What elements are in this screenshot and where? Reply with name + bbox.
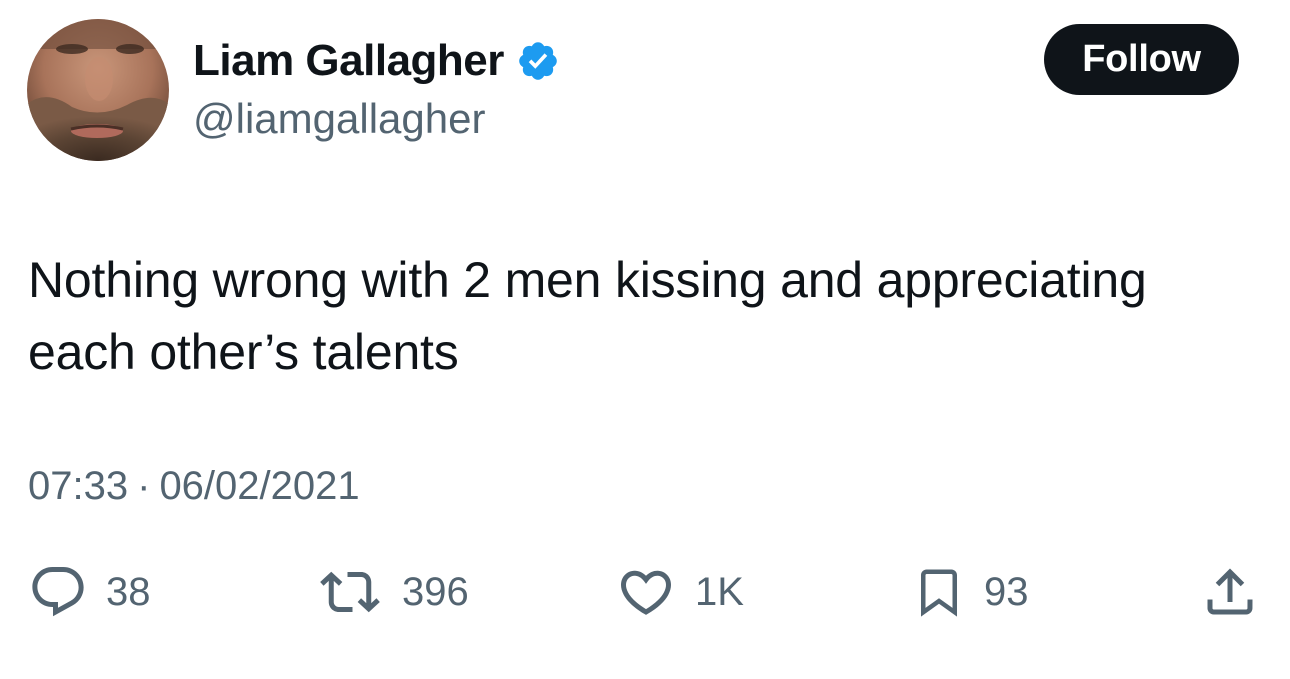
tweet-actions-bar: 38 396 1K 93 [0, 560, 1290, 624]
tweet-timestamp[interactable]: 07:33 · 06/02/2021 [28, 464, 360, 509]
retweet-icon [320, 571, 380, 613]
bookmark-icon [921, 569, 957, 617]
display-name[interactable]: Liam Gallagher [193, 36, 504, 86]
author-name-row: Liam Gallagher [193, 34, 560, 88]
reply-icon [32, 567, 84, 617]
like-button[interactable]: 1K [615, 560, 744, 624]
tweet-date: 06/02/2021 [159, 464, 360, 508]
avatar-image [27, 19, 169, 161]
verified-badge-icon[interactable] [516, 39, 560, 83]
share-button[interactable] [1200, 560, 1260, 624]
tweet-time: 07:33 [28, 464, 129, 508]
follow-button[interactable]: Follow [1044, 24, 1239, 95]
reply-button[interactable]: 38 [28, 560, 151, 624]
share-icon [1207, 568, 1253, 615]
bookmark-button[interactable]: 93 [912, 560, 1029, 624]
avatar[interactable] [27, 19, 169, 161]
heart-icon [620, 570, 672, 615]
like-count: 1K [695, 569, 744, 614]
timestamp-separator: · [137, 464, 151, 508]
retweet-count: 396 [402, 569, 469, 614]
tweet-text-line-2: each other’s talents [28, 324, 459, 380]
author-handle[interactable]: @liamgallagher [193, 95, 485, 143]
reply-count: 38 [106, 569, 151, 614]
bookmark-count: 93 [984, 569, 1029, 614]
retweet-button[interactable]: 396 [316, 560, 469, 624]
tweet-text: Nothing wrong with 2 men kissing and app… [28, 244, 1268, 388]
tweet-text-line-1: Nothing wrong with 2 men kissing and app… [28, 252, 1147, 308]
